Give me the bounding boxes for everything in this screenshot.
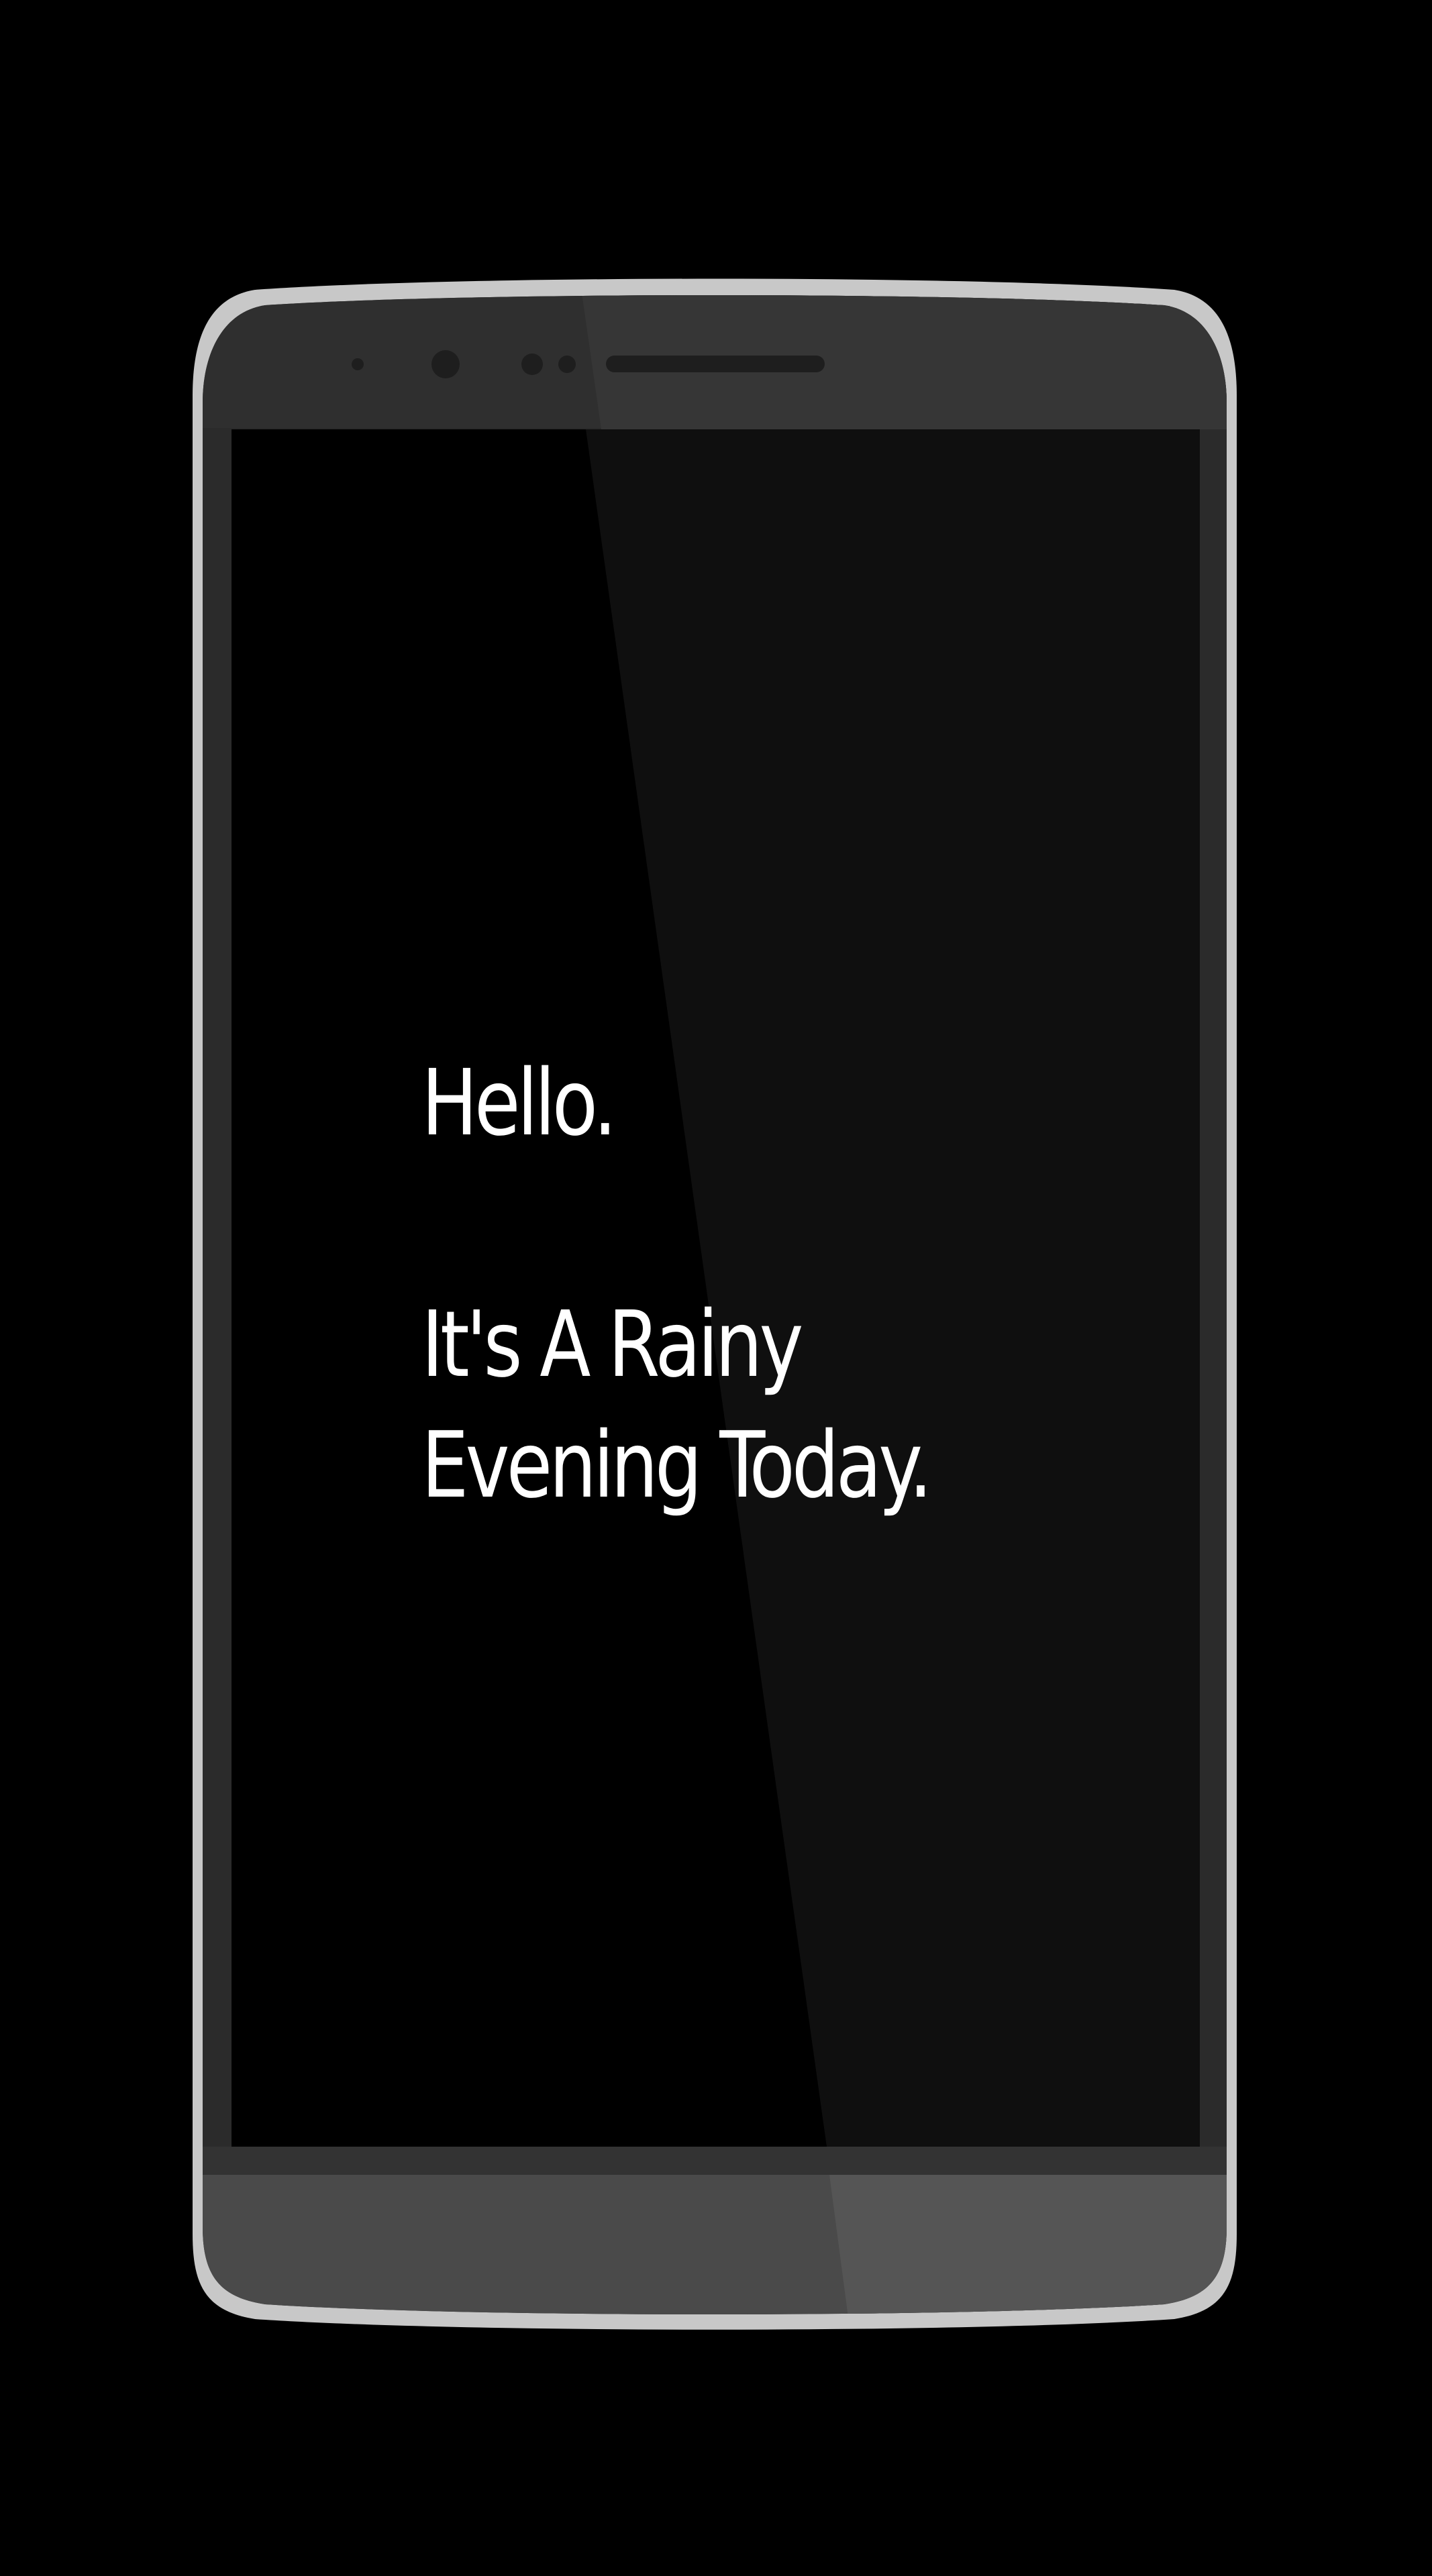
chin-strip [203,2147,1227,2175]
weather-message-line-1: It's A Rainy [421,1292,803,1398]
sensor-dot-icon [352,358,364,370]
sensor-left-icon [521,354,543,375]
screen-message: Hello. It's A Rainy Evening Today. [421,1043,1027,1526]
greeting-text: Hello. [421,1051,617,1157]
bottom-bezel-glare [829,2175,1227,2314]
sensor-right-icon [558,356,576,373]
weather-message-line-2: Evening Today. [421,1413,933,1519]
front-camera-icon [431,350,460,378]
text-spacer [421,1164,1027,1285]
stage: Hello. It's A Rainy Evening Today. [0,0,1432,2576]
earpiece-speaker-icon [606,356,825,372]
